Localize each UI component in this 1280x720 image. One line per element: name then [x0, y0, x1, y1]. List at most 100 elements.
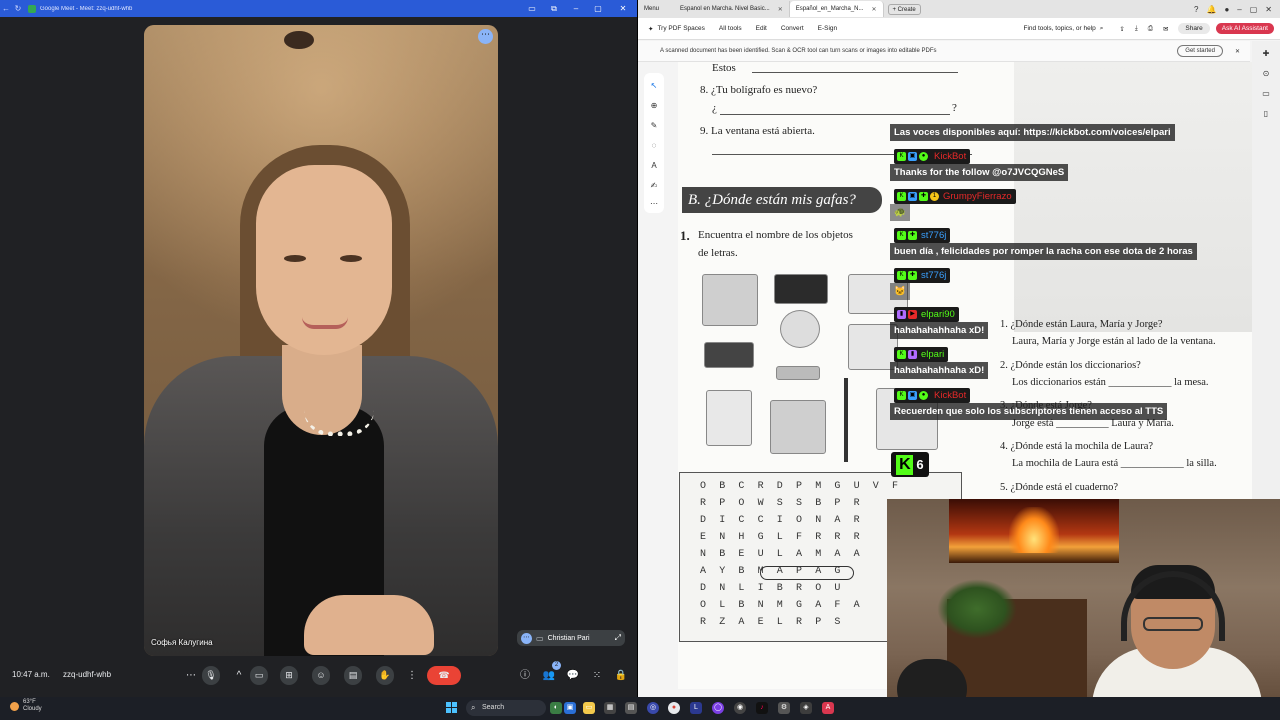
pen-tool-icon[interactable]: ✎ — [649, 121, 659, 131]
app-icon[interactable]: ◯ — [712, 702, 724, 714]
lasso-tool-icon[interactable]: ◌ — [649, 141, 659, 151]
camera-off-icon: ▭ — [536, 633, 544, 643]
close-button[interactable]: ✕ — [1265, 5, 1272, 14]
maximize-button[interactable]: ▢ — [1250, 5, 1258, 14]
avatar[interactable]: ● — [1224, 5, 1229, 14]
edit-button[interactable]: Edit — [756, 25, 767, 32]
present-button[interactable]: ⊞ — [280, 666, 298, 685]
app-icon[interactable]: ▤ — [625, 702, 637, 714]
activities-icon[interactable]: ⁙ — [588, 667, 606, 685]
select-tool-icon[interactable]: ↖ — [649, 81, 659, 91]
print-icon[interactable]: ⎙ — [1148, 25, 1153, 33]
bookmark-rail-icon[interactable]: ⊙ — [1261, 69, 1271, 79]
object-picture-glasses — [776, 366, 820, 380]
all-tools-button[interactable]: All tools — [719, 25, 742, 32]
mic-button[interactable]: 🎙 — [202, 666, 220, 685]
zoom-tool-icon[interactable]: ⊕ — [649, 101, 659, 111]
self-view-name: Christian Pari — [547, 634, 590, 642]
banner-close-icon[interactable]: ✕ — [1235, 48, 1240, 55]
create-button[interactable]: + Create — [887, 3, 921, 15]
acrobat-icon[interactable]: A — [822, 702, 834, 714]
circled-word-mapa — [760, 566, 854, 580]
find-tools-label: Find tools, topics, or help — [1023, 25, 1096, 32]
share-button[interactable]: Share — [1178, 23, 1210, 34]
expand-icon[interactable]: ⤢ — [615, 633, 621, 643]
more-options-icon[interactable]: ⋮ — [403, 667, 421, 685]
menu-button[interactable]: Menu — [638, 6, 674, 12]
notifications-icon[interactable]: 🔔 — [1206, 5, 1216, 14]
meeting-code[interactable]: zzq-udhf-whb — [63, 670, 111, 679]
tab-close-icon[interactable]: ✕ — [871, 6, 876, 13]
file-explorer-icon[interactable]: ▭ — [583, 702, 595, 714]
broadcaster-badge-icon: ▶ — [908, 310, 917, 319]
word-search-row: OBCRDPMGUVF — [700, 481, 912, 492]
get-started-button[interactable]: Get started — [1177, 45, 1223, 57]
camera-button[interactable]: ▭ — [250, 666, 268, 685]
sub-badge-icon: ▮ — [908, 350, 917, 359]
convert-button[interactable]: Convert — [781, 25, 804, 32]
tab-close-icon[interactable]: ✕ — [778, 6, 783, 13]
mic-options-chevron-icon[interactable]: ^ — [230, 667, 248, 685]
back-icon[interactable]: ← — [0, 4, 12, 13]
self-view-more-icon[interactable]: ⋯ — [521, 632, 532, 644]
tiktok-icon[interactable]: ♪ — [756, 702, 768, 714]
close-button[interactable]: ✕ — [609, 4, 637, 13]
start-button[interactable] — [446, 702, 458, 714]
participant-video-tile[interactable] — [144, 25, 498, 656]
chat-username-tag: K ✚ st776j — [894, 268, 951, 283]
house-plant — [937, 579, 1017, 639]
chat-message: hahahahahhaha xD! — [890, 322, 989, 339]
emoji-button[interactable]: ☺ — [312, 666, 330, 685]
chat-username: KickBot — [934, 390, 967, 401]
sign-tool-icon[interactable]: ✍ — [649, 181, 659, 191]
comment-rail-icon[interactable]: ✚ — [1261, 49, 1271, 59]
meeting-info-icon[interactable]: ⓘ — [516, 667, 534, 685]
cast-icon[interactable]: ▭ — [521, 4, 543, 13]
pages-rail-icon[interactable]: ▭ — [1261, 89, 1271, 99]
search-icon: ⌕ — [1099, 24, 1104, 32]
chrome-icon[interactable]: ● — [668, 702, 680, 714]
maximize-button[interactable]: ▢ — [587, 4, 609, 13]
app-icon[interactable]: ◈ — [800, 702, 812, 714]
weather-widget[interactable]: 63°F Cloudy — [10, 699, 42, 713]
question-8-answer-close: ? — [952, 102, 957, 114]
minimize-button[interactable]: – — [1237, 5, 1241, 14]
captions-button[interactable]: ▤ — [344, 666, 362, 685]
app-icon[interactable]: ⚙ — [778, 702, 790, 714]
attachments-rail-icon[interactable]: ▯ — [1261, 109, 1271, 119]
more-controls-icon[interactable]: ⋯ — [182, 667, 200, 685]
tab-document-2[interactable]: Español_en_Marcha_N... ✕ — [789, 1, 884, 17]
chat-username: elpari — [921, 349, 945, 360]
tab-document-1[interactable]: Espanol en Marcha. Nivel Basic... ✕ — [674, 1, 790, 17]
bot-badge-icon: ▣ — [908, 391, 917, 400]
app-icon[interactable]: ◎ — [647, 702, 659, 714]
extensions-icon[interactable]: ⧉ — [543, 4, 565, 14]
github-icon[interactable]: ◉ — [734, 702, 746, 714]
chat-icon[interactable]: 💬 — [564, 667, 582, 685]
leave-call-button[interactable]: ☎ — [427, 666, 461, 685]
minimize-button[interactable]: – — [565, 4, 587, 13]
try-pdf-spaces-button[interactable]: ✦ Try PDF Spaces — [638, 25, 705, 33]
raise-hand-button[interactable]: ✋ — [376, 666, 394, 685]
reload-icon[interactable]: ↻ — [12, 4, 24, 13]
launcher-l-icon[interactable]: L — [690, 702, 702, 714]
tile-more-options-icon[interactable]: ⋯ — [478, 29, 493, 44]
store-icon[interactable]: ▦ — [604, 702, 616, 714]
upload-icon[interactable]: ⇪ — [1119, 25, 1124, 33]
taskbar-search[interactable]: ⌕ Search — [466, 700, 546, 716]
self-view-pill[interactable]: ⋯ ▭ Christian Pari ⤢ — [517, 630, 625, 646]
save-icon[interactable]: ⤓ — [1135, 25, 1138, 33]
task-view-icon[interactable]: ▣ — [564, 702, 576, 714]
chat-message: buen día , felicidades por romper la rac… — [890, 243, 1197, 260]
ai-assistant-button[interactable]: Ask AI Assistant — [1215, 23, 1274, 34]
copilot-icon[interactable]: ◐ — [550, 702, 562, 714]
host-controls-icon[interactable]: 🔒 — [612, 667, 630, 685]
chat-message: hahahahahhaha xD! — [890, 362, 989, 379]
mail-icon[interactable]: ✉ — [1163, 25, 1168, 33]
find-tools-search[interactable]: Find tools, topics, or help ⌕ ⇪ ⤓ ⎙ ✉ — [1024, 25, 1169, 33]
more-tools-icon[interactable]: ⋯ — [649, 199, 659, 209]
text-tool-icon[interactable]: A — [649, 161, 659, 171]
esign-button[interactable]: E-Sign — [818, 25, 838, 32]
sword-badge-icon: ✚ — [919, 192, 928, 201]
help-icon[interactable]: ? — [1194, 5, 1198, 14]
